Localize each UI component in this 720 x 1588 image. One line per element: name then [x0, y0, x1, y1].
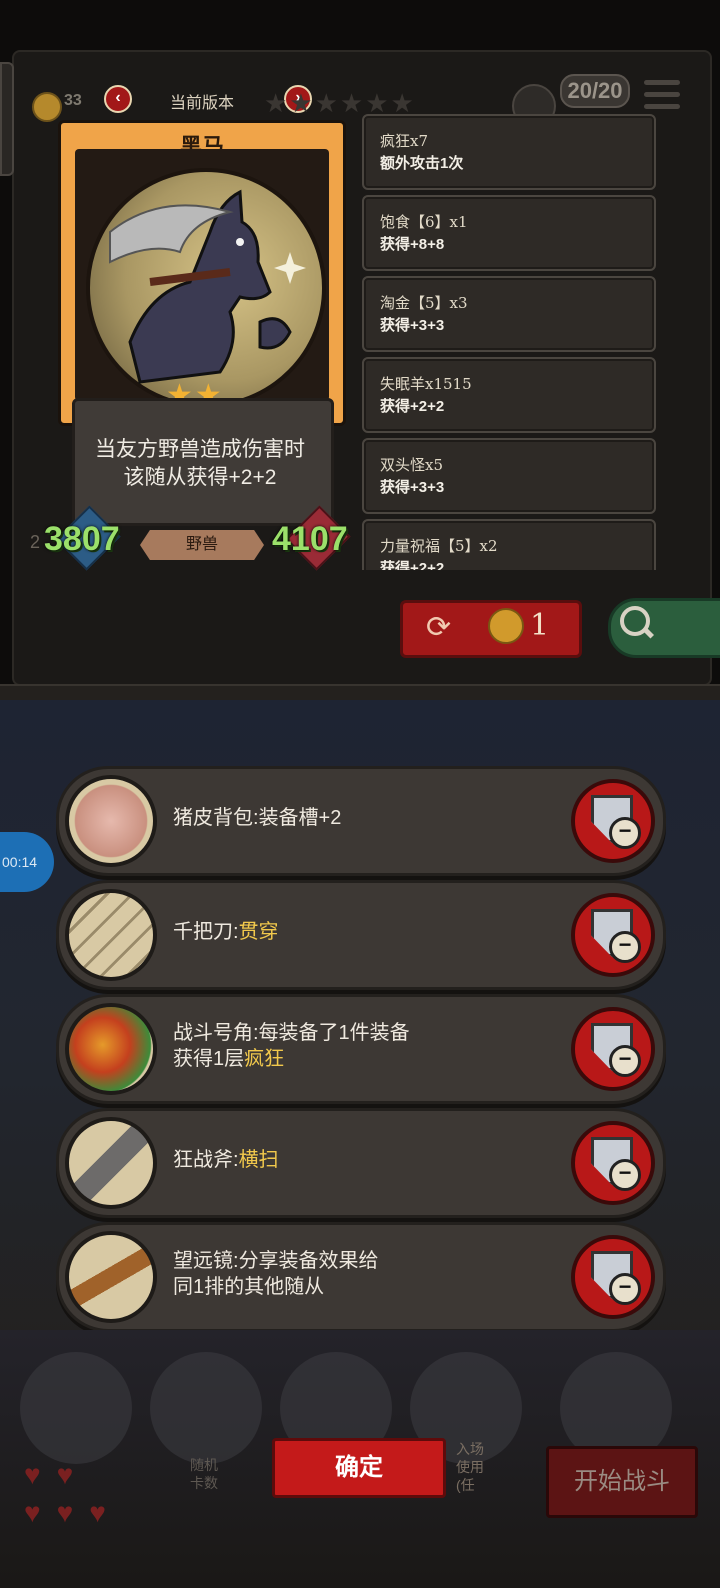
ability-text: 当友方野兽造成伤害时 该随从获得+2+2: [76, 436, 324, 492]
buff-item[interactable]: 失眠羊x1515 获得+2+2: [362, 357, 656, 433]
unequip-button[interactable]: −: [571, 1121, 655, 1205]
minus-icon: −: [609, 1273, 641, 1305]
ticket-counter: 20/20: [560, 74, 630, 108]
ability-line-1: 当友方野兽造成伤害时: [95, 438, 305, 461]
lives-hearts-icon: ♥♥ ♥♥♥: [24, 1459, 122, 1528]
confirm-button[interactable]: 确定: [272, 1438, 446, 1498]
minus-icon: −: [609, 931, 641, 963]
pigskin-backpack-icon: [65, 775, 157, 867]
coin-icon: [32, 92, 62, 122]
buff-item[interactable]: 力量祝福【5】x2 获得+2+2: [362, 519, 656, 570]
buff-name: 双头怪x5: [380, 456, 444, 474]
unequip-button[interactable]: −: [571, 779, 655, 863]
equipment-keyword: 横扫: [238, 1149, 279, 1171]
prev-version-button[interactable]: ‹: [104, 85, 132, 113]
buff-name: 疯狂x7: [380, 132, 429, 150]
buff-effect: 获得+2+2: [380, 398, 445, 415]
entry-use-label: 入场 使用 (任: [456, 1441, 484, 1493]
buff-list[interactable]: 疯狂x7 额外攻击1次 饱食【6】x1 获得+8+8 淘金【5】x3 获得+3+…: [360, 114, 656, 570]
buff-effect: 获得+3+3: [380, 317, 445, 334]
unequip-button[interactable]: −: [571, 893, 655, 977]
side-tab[interactable]: [0, 62, 14, 176]
equipment-desc: 装备槽+2: [258, 807, 342, 829]
equipment-row[interactable]: 战斗号角:每装备了1件装备 获得1层疯狂 −: [56, 994, 666, 1104]
equipment-name: 狂战斧:: [173, 1149, 239, 1171]
bench-slot[interactable]: [150, 1352, 262, 1464]
minus-icon: −: [609, 817, 641, 849]
battle-horn-icon: [65, 1003, 157, 1095]
attack-value: 3807: [44, 520, 120, 558]
ability-line-2: 该随从获得+2+2: [123, 466, 277, 489]
random-card-label: 随机 卡数: [190, 1457, 218, 1491]
minus-icon: −: [609, 1159, 641, 1191]
start-battle-button[interactable]: 开始战斗: [546, 1446, 698, 1518]
black-horse-image: [109, 189, 306, 384]
buff-name: 淘金【5】x3: [380, 294, 468, 312]
coin-amount: 33: [64, 92, 82, 109]
thousand-knives-icon: [65, 889, 157, 981]
equipment-name: 千把刀:: [173, 921, 239, 943]
unequip-button[interactable]: −: [571, 1235, 655, 1319]
refresh-icon: ⟳: [426, 611, 452, 644]
buff-effect: 获得+3+3: [380, 479, 445, 496]
equipment-row[interactable]: 千把刀:贯穿 −: [56, 880, 666, 990]
equipment-desc-line2: 同1排的其他随从: [173, 1276, 325, 1298]
menu-icon[interactable]: [644, 80, 680, 112]
equipment-name: 望远镜:: [173, 1250, 239, 1272]
equipment-keyword: 贯穿: [238, 921, 279, 943]
version-label: 当前版本: [170, 95, 235, 112]
buff-name: 力量祝福【5】x2: [380, 537, 498, 555]
berserker-axe-icon: [65, 1117, 157, 1209]
equipment-row[interactable]: 望远镜:分享装备效果给 同1排的其他随从 −: [56, 1222, 666, 1332]
equipment-desc: 分享装备效果给: [238, 1250, 379, 1272]
side-number: 2: [30, 532, 41, 552]
minus-icon: −: [609, 1045, 641, 1077]
buff-effect: 获得+8+8: [380, 236, 445, 253]
health-value: 4107: [272, 520, 348, 558]
equipment-name: 猪皮背包:: [173, 807, 259, 829]
equipment-desc: 每装备了1件装备: [258, 1022, 410, 1044]
telescope-icon: [65, 1231, 157, 1323]
buff-name: 失眠羊x1515: [380, 375, 472, 393]
buff-item[interactable]: 淘金【5】x3 获得+3+3: [362, 276, 656, 352]
equipment-desc-line2: 获得1层: [173, 1048, 245, 1070]
unequip-button[interactable]: −: [571, 1007, 655, 1091]
refresh-cost: 1: [530, 608, 550, 643]
bench-slot[interactable]: [20, 1352, 132, 1464]
equipment-row[interactable]: 猪皮背包:装备槽+2 −: [56, 766, 666, 876]
buff-effect: 额外攻击1次: [380, 155, 464, 172]
tribe-tag: 野兽: [140, 530, 264, 560]
equipment-name: 战斗号角:: [173, 1022, 259, 1044]
coin-icon: [488, 608, 524, 644]
buff-item[interactable]: 双头怪x5 获得+3+3: [362, 438, 656, 514]
equipment-keyword: 疯狂: [244, 1048, 285, 1070]
buff-name: 饱食【6】x1: [380, 213, 468, 231]
buff-item[interactable]: 饱食【6】x1 获得+8+8: [362, 195, 656, 271]
equipment-row[interactable]: 狂战斧:横扫 −: [56, 1108, 666, 1218]
buff-item[interactable]: 疯狂x7 额外攻击1次: [362, 114, 656, 190]
buff-effect: 获得+2+2: [380, 560, 445, 570]
